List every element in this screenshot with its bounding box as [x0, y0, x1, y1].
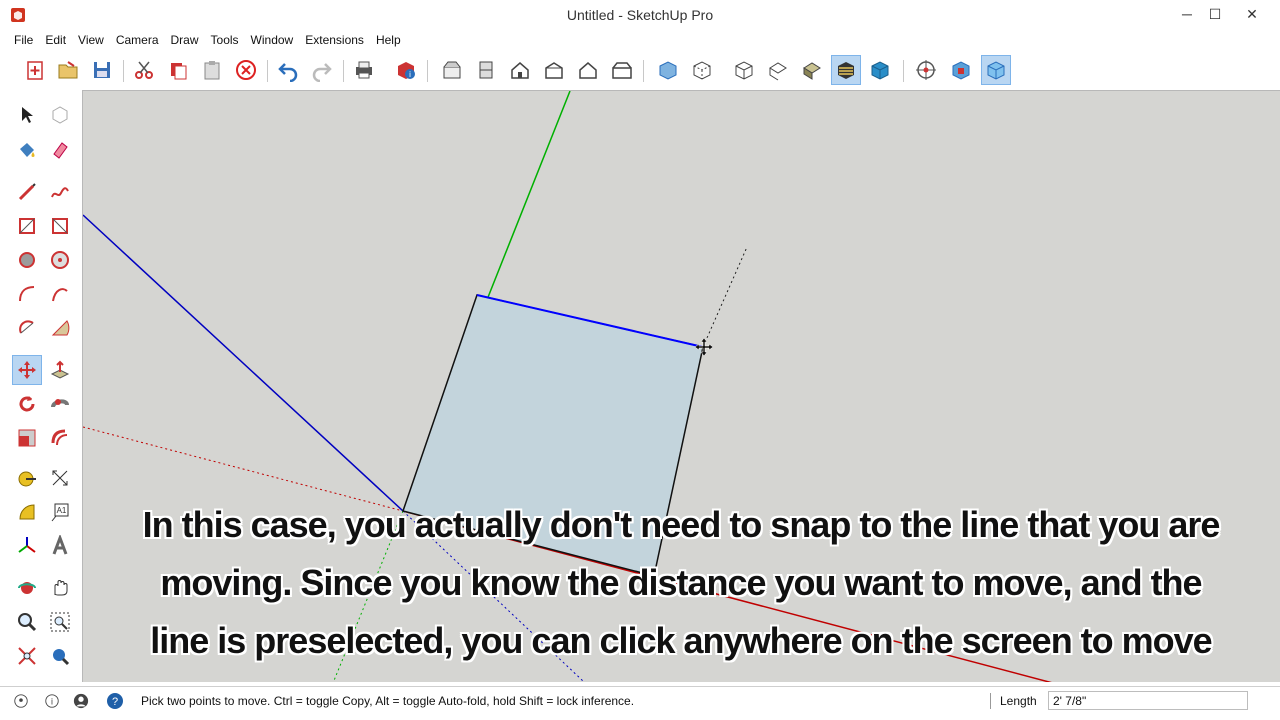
- maximize-button[interactable]: ☐: [1198, 0, 1232, 28]
- close-button[interactable]: ✕: [1235, 0, 1269, 28]
- zoom-extents-tool[interactable]: [12, 641, 42, 671]
- title-bar: Untitled - SketchUp Pro ─ ☐ ✕: [0, 0, 1280, 30]
- push-pull-tool[interactable]: [45, 355, 75, 385]
- user-account-icon[interactable]: [72, 692, 90, 710]
- window-title: Untitled - SketchUp Pro: [566, 7, 714, 23]
- caption-line-3: line is preselected, you can click anywh…: [150, 620, 1212, 661]
- paint-bucket-tool[interactable]: [12, 135, 42, 165]
- previous-view-tool[interactable]: [45, 641, 75, 671]
- print-icon[interactable]: [349, 55, 379, 85]
- svg-text:A1: A1: [57, 506, 67, 515]
- eraser-tool[interactable]: [45, 135, 75, 165]
- measurements-label: Length: [1000, 694, 1037, 708]
- svg-text:i: i: [51, 697, 53, 707]
- polygon-tool[interactable]: [45, 245, 75, 275]
- 3d-text-tool[interactable]: [45, 531, 75, 561]
- open-icon[interactable]: [53, 55, 83, 85]
- monochrome-icon[interactable]: [865, 55, 895, 85]
- save-icon[interactable]: [87, 55, 117, 85]
- menu-file[interactable]: File: [8, 33, 39, 47]
- hidden-line-icon[interactable]: [763, 55, 793, 85]
- protractor-tool[interactable]: [12, 497, 42, 527]
- geo-location-icon[interactable]: [12, 692, 30, 710]
- orbit-icon[interactable]: [911, 55, 941, 85]
- top-view-icon[interactable]: [471, 55, 501, 85]
- three-point-arc-tool[interactable]: [12, 313, 42, 343]
- menu-view[interactable]: View: [72, 33, 110, 47]
- pan-tool[interactable]: [45, 573, 75, 603]
- shaded-textures-icon[interactable]: [831, 55, 861, 85]
- new-icon[interactable]: [20, 55, 50, 85]
- orbit-tool[interactable]: [12, 573, 42, 603]
- menu-bar: File Edit View Camera Draw Tools Window …: [0, 30, 1280, 50]
- menu-camera[interactable]: Camera: [110, 33, 165, 47]
- tutorial-caption: In this case, you actually don't need to…: [82, 496, 1280, 670]
- menu-tools[interactable]: Tools: [205, 33, 245, 47]
- iso-view-icon[interactable]: [437, 55, 467, 85]
- tape-measure-tool[interactable]: [12, 463, 42, 493]
- circle-tool[interactable]: [12, 245, 42, 275]
- measurements-input[interactable]: 2' 7/8": [1048, 691, 1248, 710]
- text-tool[interactable]: A1: [45, 497, 75, 527]
- back-edges-icon[interactable]: [687, 55, 717, 85]
- caption-line-1: In this case, you actually don't need to…: [142, 504, 1221, 545]
- rotated-rectangle-tool[interactable]: [45, 211, 75, 241]
- copy-icon[interactable]: [163, 55, 193, 85]
- front-view-icon[interactable]: [505, 55, 535, 85]
- paste-icon[interactable]: [197, 55, 227, 85]
- make-component-tool[interactable]: [45, 100, 75, 130]
- measurements-divider: [990, 693, 991, 709]
- rotate-tool[interactable]: [12, 389, 42, 419]
- status-bar: i ? Pick two points to move. Ctrl = togg…: [0, 686, 1280, 714]
- blue-axis: [83, 214, 404, 512]
- menu-draw[interactable]: Draw: [165, 33, 205, 47]
- menu-edit[interactable]: Edit: [39, 33, 72, 47]
- zoom-window-tool[interactable]: [45, 607, 75, 637]
- zoom-tool[interactable]: [12, 607, 42, 637]
- offset-tool[interactable]: [45, 423, 75, 453]
- shaded-icon[interactable]: [797, 55, 827, 85]
- menu-extensions[interactable]: Extensions: [299, 33, 370, 47]
- line-tool[interactable]: [12, 177, 42, 207]
- cut-icon[interactable]: [129, 55, 159, 85]
- select-tool[interactable]: [12, 100, 42, 130]
- tool-palette: A1: [0, 90, 82, 682]
- right-view-icon[interactable]: [539, 55, 569, 85]
- model-info-icon[interactable]: i: [391, 55, 421, 85]
- menu-help[interactable]: Help: [370, 33, 407, 47]
- main-toolbar: i: [0, 52, 1280, 88]
- left-view-icon[interactable]: [607, 55, 637, 85]
- inference-line: [702, 246, 748, 348]
- erase-icon[interactable]: [231, 55, 261, 85]
- extension-warehouse-icon[interactable]: [981, 55, 1011, 85]
- two-point-arc-tool[interactable]: [45, 279, 75, 309]
- xray-icon[interactable]: [653, 55, 683, 85]
- rectangle-tool[interactable]: [12, 211, 42, 241]
- warehouse-icon[interactable]: [946, 55, 976, 85]
- instructor-help-icon[interactable]: ?: [106, 692, 124, 710]
- dimension-tool[interactable]: [45, 463, 75, 493]
- move-tool[interactable]: [12, 355, 42, 385]
- back-view-icon[interactable]: [573, 55, 603, 85]
- arc-tool[interactable]: [12, 279, 42, 309]
- svg-text:?: ?: [112, 696, 118, 708]
- status-hint: Pick two points to move. Ctrl = toggle C…: [141, 694, 635, 708]
- svg-text:i: i: [409, 70, 411, 79]
- pie-tool[interactable]: [45, 313, 75, 343]
- freehand-tool[interactable]: [45, 177, 75, 207]
- wireframe-icon[interactable]: [729, 55, 759, 85]
- scale-tool[interactable]: [12, 423, 42, 453]
- undo-icon[interactable]: [273, 55, 303, 85]
- credits-icon[interactable]: i: [43, 692, 61, 710]
- axes-tool[interactable]: [12, 531, 42, 561]
- menu-window[interactable]: Window: [245, 33, 300, 47]
- redo-icon[interactable]: [307, 55, 337, 85]
- follow-me-tool[interactable]: [45, 389, 75, 419]
- caption-line-2: moving. Since you know the distance you …: [160, 562, 1202, 603]
